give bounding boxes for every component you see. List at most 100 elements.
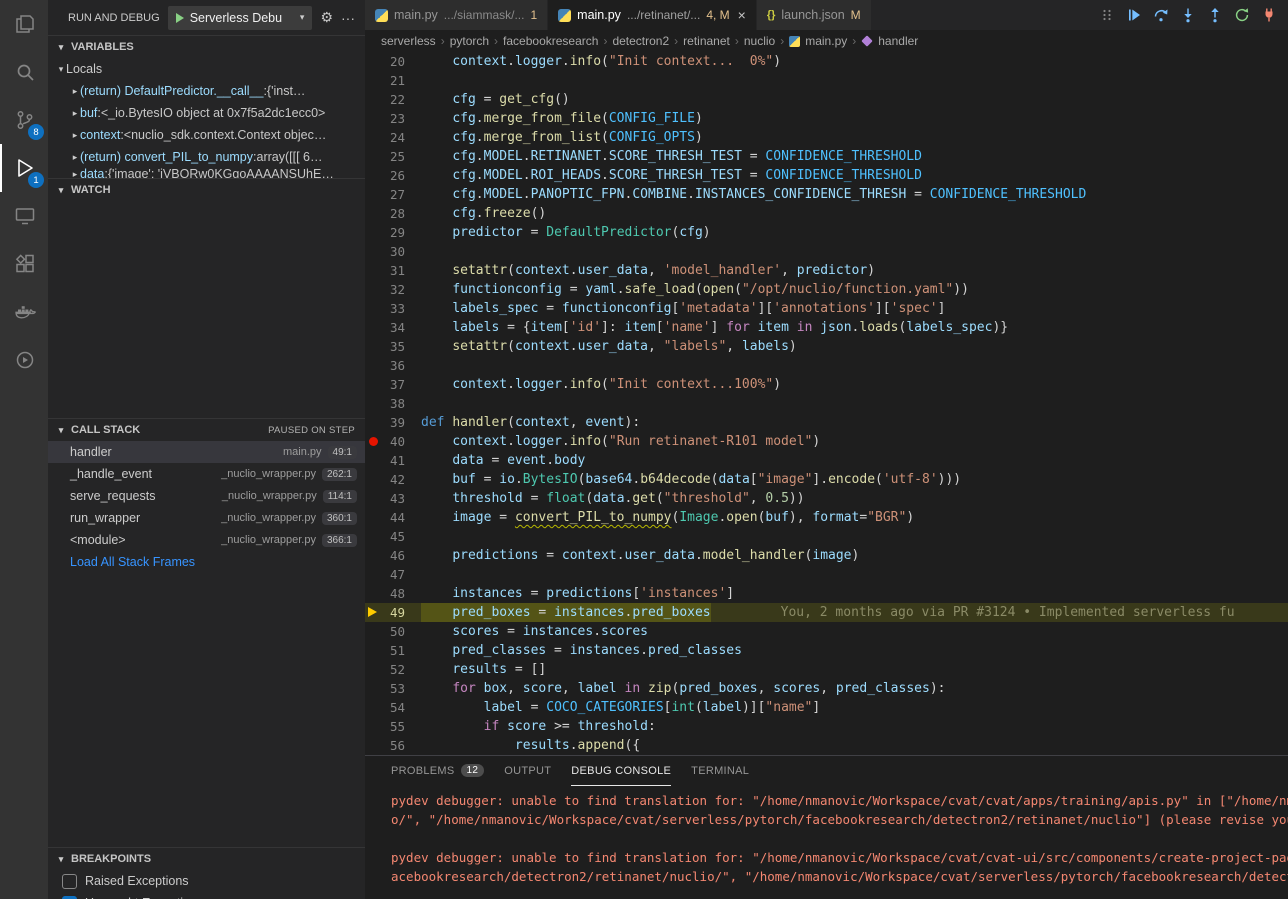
debug-toolbar-drag-handle[interactable] — [1098, 6, 1116, 24]
code-line[interactable]: 49 pred_boxes = instances.pred_boxesYou,… — [365, 603, 1288, 622]
breakpoint-gutter[interactable] — [365, 508, 385, 527]
code-line[interactable]: 20 context.logger.info("Init context... … — [365, 52, 1288, 71]
load-all-stack-frames-link[interactable]: Load All Stack Frames — [48, 551, 365, 573]
breakpoint-gutter[interactable] — [365, 527, 385, 546]
breakpoint-gutter[interactable] — [365, 375, 385, 394]
breakpoint-gutter[interactable] — [365, 603, 385, 622]
breakpoint-gutter[interactable] — [365, 736, 385, 755]
breakpoint-gutter[interactable] — [365, 641, 385, 660]
code-line[interactable]: 27 cfg.MODEL.PANOPTIC_FPN.COMBINE.INSTAN… — [365, 185, 1288, 204]
restart-button[interactable] — [1233, 6, 1251, 24]
code-line[interactable]: 40 context.logger.info("Run retinanet-R1… — [365, 432, 1288, 451]
code-line[interactable]: 50 scores = instances.scores — [365, 622, 1288, 641]
panel-tab-debug-console[interactable]: DEBUG CONSOLE — [571, 756, 671, 786]
breakpoint-row[interactable]: ✓Uncaught Exceptions — [48, 892, 365, 899]
breakpoint-gutter[interactable] — [365, 394, 385, 413]
breakpoints-pane-header[interactable]: ▾ BREAKPOINTS — [48, 848, 365, 870]
code-line[interactable]: 35 setattr(context.user_data, "labels", … — [365, 337, 1288, 356]
editor-tab-2[interactable]: {}launch.jsonM — [757, 0, 872, 30]
breakpoint-gutter[interactable] — [365, 546, 385, 565]
breakpoint-gutter[interactable] — [365, 584, 385, 603]
variable-row[interactable]: ▸context: <nuclio_sdk.context.Context ob… — [48, 124, 365, 146]
code-line[interactable]: 23 cfg.merge_from_file(CONFIG_FILE) — [365, 109, 1288, 128]
breakpoint-gutter[interactable] — [365, 622, 385, 641]
breakpoint-gutter[interactable] — [365, 109, 385, 128]
breakpoint-gutter[interactable] — [365, 185, 385, 204]
code-line[interactable]: 56 results.append({ — [365, 736, 1288, 755]
breadcrumb-item[interactable]: detectron2 — [612, 34, 669, 48]
variables-scope-locals[interactable]: ▾Locals — [48, 58, 365, 80]
code-line[interactable]: 42 buf = io.BytesIO(base64.b64decode(dat… — [365, 470, 1288, 489]
call-stack-pane-header[interactable]: ▾ CALL STACK PAUSED ON STEP — [48, 419, 365, 441]
watch-pane-header[interactable]: ▾ WATCH — [48, 179, 365, 201]
stack-frame[interactable]: serve_requests_nuclio_wrapper.py114:1 — [48, 485, 365, 507]
code-line[interactable]: 51 pred_classes = instances.pred_classes — [365, 641, 1288, 660]
variable-row[interactable]: ▸(return) convert_PIL_to_numpy: array([[… — [48, 146, 365, 168]
breakpoint-gutter[interactable] — [365, 166, 385, 185]
breakpoint-gutter[interactable] — [365, 698, 385, 717]
code-line[interactable]: 46 predictions = context.user_data.model… — [365, 546, 1288, 565]
breakpoint-gutter[interactable] — [365, 356, 385, 375]
breakpoint-gutter[interactable] — [365, 565, 385, 584]
disconnect-button[interactable] — [1260, 6, 1278, 24]
more-actions-icon[interactable]: ··· — [341, 10, 355, 26]
editor-tab-0[interactable]: main.py.../siammask/...1 — [365, 0, 548, 30]
activity-bar-item-source-control[interactable]: 8 — [0, 96, 48, 144]
activity-bar-item-remote-explorer[interactable] — [0, 192, 48, 240]
stack-frame[interactable]: run_wrapper_nuclio_wrapper.py360:1 — [48, 507, 365, 529]
code-line[interactable]: 32 functionconfig = yaml.safe_load(open(… — [365, 280, 1288, 299]
breakpoint-gutter[interactable] — [365, 299, 385, 318]
breakpoint-gutter[interactable] — [365, 71, 385, 90]
breakpoint-gutter[interactable] — [365, 717, 385, 736]
code-line[interactable]: 47 — [365, 565, 1288, 584]
code-line[interactable]: 30 — [365, 242, 1288, 261]
gear-icon[interactable]: ⚙ — [320, 9, 333, 26]
breakpoint-gutter[interactable] — [365, 242, 385, 261]
variables-pane-header[interactable]: ▾ VARIABLES — [48, 36, 365, 58]
activity-bar-item-search[interactable] — [0, 48, 48, 96]
editor-tab-1[interactable]: main.py.../retinanet/...4, M× — [548, 0, 757, 30]
breakpoint-gutter[interactable] — [365, 432, 385, 451]
code-line[interactable]: 25 cfg.MODEL.RETINANET.SCORE_THRESH_TEST… — [365, 147, 1288, 166]
stack-frame[interactable]: <module>_nuclio_wrapper.py366:1 — [48, 529, 365, 551]
panel-tab-problems[interactable]: PROBLEMS12 — [391, 756, 484, 786]
breadcrumb-symbol[interactable]: handler — [878, 34, 918, 48]
activity-bar-item-docker[interactable] — [0, 288, 48, 336]
breakpoint-gutter[interactable] — [365, 261, 385, 280]
activity-bar-item-run-and-debug[interactable]: 1 — [0, 144, 48, 192]
breakpoint-gutter[interactable] — [365, 413, 385, 432]
variable-row[interactable]: ▸data: {'image': 'iVBORw0KGgoAAAANSUhE… — [48, 168, 365, 178]
code-line[interactable]: 39def handler(context, event): — [365, 413, 1288, 432]
close-icon[interactable]: × — [738, 7, 746, 23]
breakpoint-gutter[interactable] — [365, 128, 385, 147]
step-out-button[interactable] — [1206, 6, 1224, 24]
code-line[interactable]: 45 — [365, 527, 1288, 546]
code-line[interactable]: 22 cfg = get_cfg() — [365, 90, 1288, 109]
breadcrumb-item[interactable]: retinanet — [683, 34, 730, 48]
breadcrumb-file[interactable]: main.py — [805, 34, 847, 48]
breakpoint-gutter[interactable] — [365, 52, 385, 71]
breakpoint-gutter[interactable] — [365, 489, 385, 508]
stack-frame[interactable]: _handle_event_nuclio_wrapper.py262:1 — [48, 463, 365, 485]
variable-row[interactable]: ▸(return) DefaultPredictor.__call__: {'i… — [48, 80, 365, 102]
code-line[interactable]: 55 if score >= threshold: — [365, 717, 1288, 736]
breakpoint-gutter[interactable] — [365, 204, 385, 223]
activity-bar-item-extensions[interactable] — [0, 240, 48, 288]
code-line[interactable]: 29 predictor = DefaultPredictor(cfg) — [365, 223, 1288, 242]
panel-tab-output[interactable]: OUTPUT — [504, 756, 551, 786]
code-line[interactable]: 36 — [365, 356, 1288, 375]
code-line[interactable]: 53 for box, score, label in zip(pred_box… — [365, 679, 1288, 698]
launch-config-picker[interactable]: Serverless Debu ▾ — [168, 6, 313, 30]
panel-tab-terminal[interactable]: TERMINAL — [691, 756, 749, 786]
code-line[interactable]: 48 instances = predictions['instances'] — [365, 584, 1288, 603]
code-line[interactable]: 38 — [365, 394, 1288, 413]
stack-frame[interactable]: handlermain.py49:1 — [48, 441, 365, 463]
code-line[interactable]: 37 context.logger.info("Init context...1… — [365, 375, 1288, 394]
breakpoint-gutter[interactable] — [365, 147, 385, 166]
breakpoint-gutter[interactable] — [365, 451, 385, 470]
step-into-button[interactable] — [1179, 6, 1197, 24]
code-line[interactable]: 26 cfg.MODEL.ROI_HEADS.SCORE_THRESH_TEST… — [365, 166, 1288, 185]
breadcrumb-item[interactable]: nuclio — [744, 34, 775, 48]
breakpoint-gutter[interactable] — [365, 679, 385, 698]
code-line[interactable]: 24 cfg.merge_from_list(CONFIG_OPTS) — [365, 128, 1288, 147]
